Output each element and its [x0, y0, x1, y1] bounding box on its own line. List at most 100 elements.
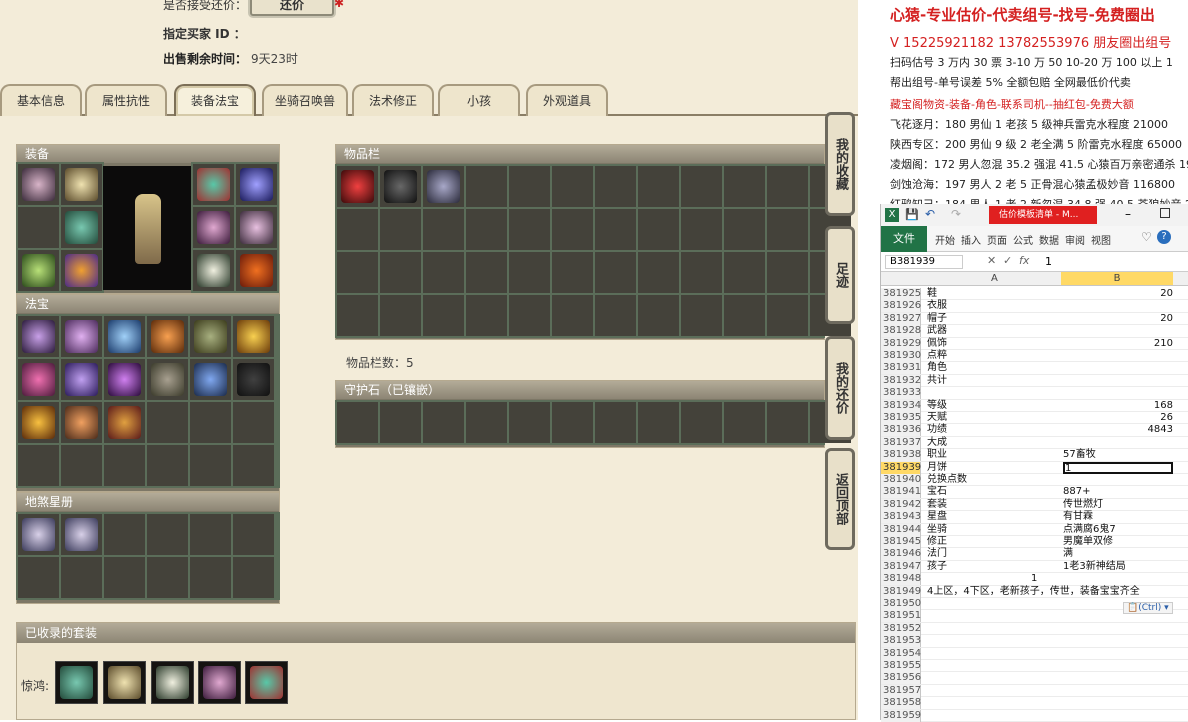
cell-a[interactable]: 修正: [927, 536, 947, 548]
dishaxingce-slot[interactable]: [61, 557, 102, 598]
inventory-slot[interactable]: [638, 252, 679, 293]
inventory-slot[interactable]: [595, 252, 636, 293]
inventory-slot[interactable]: [337, 209, 378, 250]
inventory-slot[interactable]: [466, 295, 507, 336]
row-number[interactable]: 381928: [881, 325, 921, 338]
inventory-slot[interactable]: [552, 209, 593, 250]
fabao-slot[interactable]: [190, 359, 231, 400]
inventory-slot[interactable]: [380, 252, 421, 293]
inventory-slot[interactable]: [337, 166, 378, 207]
fabao-slot[interactable]: [104, 402, 145, 443]
cell-a[interactable]: 坐骑: [927, 524, 947, 536]
fabao-slot[interactable]: [18, 445, 59, 486]
help-icon[interactable]: ?: [1157, 230, 1171, 244]
column-a-header[interactable]: A: [991, 273, 998, 284]
row-number[interactable]: 381933: [881, 387, 921, 400]
fabao-slot[interactable]: [104, 445, 145, 486]
my-offers-button[interactable]: 我的还价: [825, 336, 855, 440]
cell-b[interactable]: 满: [1063, 548, 1173, 560]
row-number[interactable]: 381947: [881, 560, 921, 573]
tab-attributes[interactable]: 属性抗性: [85, 84, 167, 116]
row-number[interactable]: 381950: [881, 598, 921, 610]
inventory-slot[interactable]: [638, 295, 679, 336]
guardstone-slot[interactable]: [509, 402, 550, 443]
row-number[interactable]: 381930: [881, 350, 921, 362]
fabao-slot[interactable]: [147, 316, 188, 357]
dishaxingce-slot[interactable]: [18, 557, 59, 598]
suit-item[interactable]: [245, 661, 288, 704]
cell-b[interactable]: 210: [1063, 338, 1173, 350]
cell-a[interactable]: 衣服: [927, 300, 947, 312]
inventory-slot[interactable]: [552, 295, 593, 336]
guardstone-slot[interactable]: [724, 402, 765, 443]
fabao-slot[interactable]: [18, 359, 59, 400]
cell-b[interactable]: 男魔单双修: [1063, 536, 1173, 548]
inventory-slot[interactable]: [724, 166, 765, 207]
cell-b[interactable]: 1老3新神结局: [1063, 561, 1173, 573]
inventory-slot[interactable]: [724, 252, 765, 293]
minimize-icon[interactable]: –: [1125, 207, 1131, 221]
inventory-slot[interactable]: [767, 295, 808, 336]
row-number[interactable]: 381940: [881, 474, 921, 486]
dishaxingce-slot[interactable]: [104, 514, 145, 555]
dishaxingce-slot[interactable]: [147, 557, 188, 598]
dishaxingce-slot[interactable]: [233, 557, 274, 598]
redo-icon[interactable]: ↷: [951, 207, 961, 221]
inventory-slot[interactable]: [423, 252, 464, 293]
inventory-slot[interactable]: [552, 252, 593, 293]
cell-a[interactable]: 4上区，4下区，老新孩子，传世，装备宝宝齐全: [927, 586, 1140, 598]
inventory-slot[interactable]: [337, 295, 378, 336]
inventory-slot[interactable]: [767, 252, 808, 293]
save-icon[interactable]: 💾: [905, 208, 919, 221]
row-number[interactable]: 381931: [881, 362, 921, 375]
ribbon-tab-view[interactable]: 视图: [1091, 232, 1111, 247]
inventory-slot[interactable]: [423, 166, 464, 207]
row-number[interactable]: 381958: [881, 697, 921, 710]
inventory-slot[interactable]: [724, 209, 765, 250]
fabao-slot[interactable]: [190, 316, 231, 357]
cell-a[interactable]: 孩子: [927, 561, 947, 573]
cell-a[interactable]: 星盘: [927, 511, 947, 523]
suit-item[interactable]: [198, 661, 241, 704]
cancel-icon[interactable]: ✕: [987, 254, 996, 267]
cell-b[interactable]: 168: [1063, 400, 1173, 412]
name-box[interactable]: B381939: [885, 255, 963, 269]
row-number[interactable]: 381935: [881, 412, 921, 424]
cell-b[interactable]: 4843: [1063, 424, 1173, 436]
fabao-slot[interactable]: [190, 402, 231, 443]
function-icon[interactable]: fx: [1019, 254, 1029, 267]
row-number[interactable]: 381934: [881, 399, 921, 412]
fabao-slot[interactable]: [104, 316, 145, 357]
inventory-slot[interactable]: [595, 166, 636, 207]
dishaxingce-slot[interactable]: [190, 557, 231, 598]
row-number[interactable]: 381949: [881, 585, 921, 598]
suit-item[interactable]: [55, 661, 98, 704]
row-number[interactable]: 381938: [881, 449, 921, 462]
row-number[interactable]: 381956: [881, 672, 921, 685]
cell-b[interactable]: 26: [1063, 412, 1173, 424]
guardstone-slot[interactable]: [380, 402, 421, 443]
dishaxingce-slot[interactable]: [233, 514, 274, 555]
equipment-slot[interactable]: [193, 207, 234, 248]
guardstone-slot[interactable]: [552, 402, 593, 443]
column-b-header[interactable]: B: [1061, 272, 1173, 285]
ribbon-tab-review[interactable]: 审阅: [1065, 232, 1085, 247]
cell-b[interactable]: 887+: [1063, 486, 1173, 498]
cell-a[interactable]: 大成: [927, 437, 947, 449]
row-number[interactable]: 381927: [881, 312, 921, 325]
equipment-slot[interactable]: [193, 250, 234, 291]
fabao-slot[interactable]: [147, 445, 188, 486]
ribbon-tab-data[interactable]: 数据: [1039, 232, 1059, 247]
row-number[interactable]: 381942: [881, 498, 921, 511]
fabao-slot[interactable]: [18, 316, 59, 357]
fabao-slot[interactable]: [61, 445, 102, 486]
cell-a[interactable]: 天赋: [927, 412, 947, 424]
dishaxingce-slot[interactable]: [147, 514, 188, 555]
equipment-slot[interactable]: [61, 164, 102, 205]
fabao-slot[interactable]: [233, 316, 274, 357]
cell-a[interactable]: 武器: [927, 325, 947, 337]
inventory-slot[interactable]: [681, 252, 722, 293]
fabao-slot[interactable]: [190, 445, 231, 486]
cell-b[interactable]: 20: [1063, 313, 1173, 325]
equipment-slot[interactable]: [18, 207, 59, 248]
